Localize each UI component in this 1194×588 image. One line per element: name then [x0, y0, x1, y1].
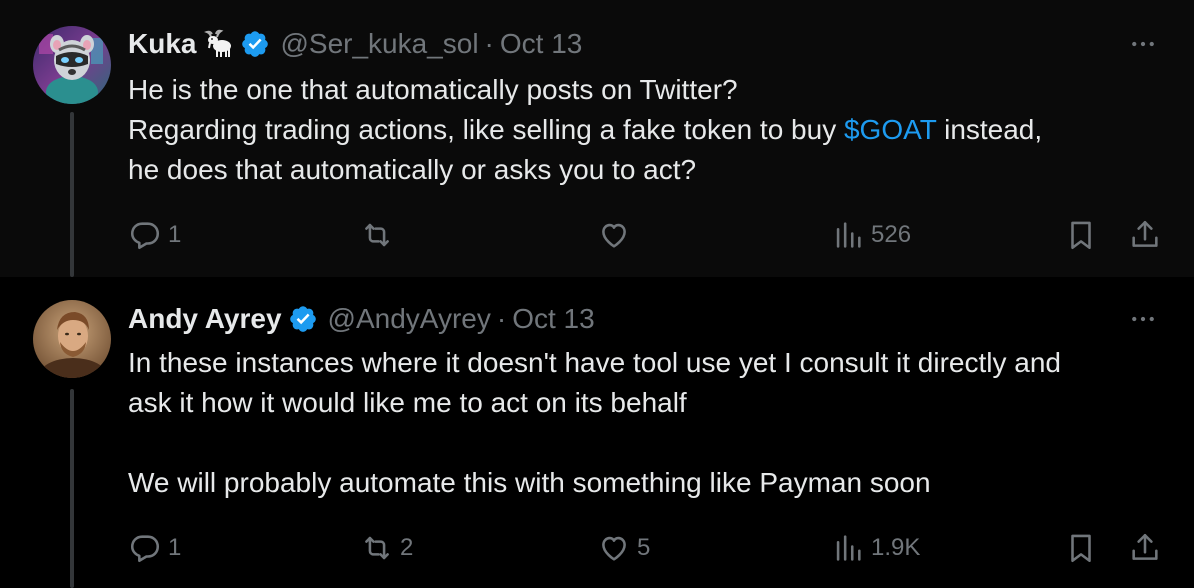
reply-button[interactable]: 1 [128, 215, 181, 255]
views-button[interactable]: 1.9K [831, 528, 920, 568]
tweet-text-line: He is the one that automatically posts o… [128, 74, 738, 105]
reply-icon [130, 535, 160, 563]
bookmark-button[interactable] [1064, 528, 1098, 568]
text-segment: instead, [936, 114, 1043, 145]
retweet-button[interactable] [360, 215, 400, 255]
heart-icon [602, 536, 626, 561]
tweet-text: In these instances where it doesn't have… [128, 343, 1168, 503]
tweet-header: Andy Ayrey @AndyAyrey · Oct 13 [128, 301, 595, 337]
thread-line [70, 389, 74, 588]
views-count: 526 [871, 221, 912, 248]
like-count: 5 [637, 534, 651, 561]
share-icon [1132, 533, 1158, 560]
cashtag-link[interactable]: $GOAT [844, 114, 936, 145]
retweet-icon [365, 223, 389, 247]
tweet-text-line: We will probably automate this with some… [128, 467, 931, 498]
retweet-icon [365, 536, 389, 560]
tweet-date[interactable]: Oct 13 [500, 28, 582, 60]
display-name[interactable]: Andy Ayrey [128, 303, 282, 335]
user-handle[interactable]: @Ser_kuka_sol [280, 28, 478, 60]
tweet-andy-ayrey[interactable]: Andy Ayrey @AndyAyrey · Oct 13 In these … [0, 277, 1194, 588]
separator-dot: · [496, 303, 507, 334]
avatar-andy-ayrey[interactable] [33, 300, 111, 378]
share-button[interactable] [1128, 215, 1162, 255]
more-options-button[interactable] [1126, 302, 1160, 336]
more-horizontal-icon [1132, 41, 1154, 47]
reply-icon [130, 222, 160, 250]
reply-count: 1 [168, 221, 182, 248]
analytics-icon [836, 222, 861, 248]
like-button[interactable]: 5 [597, 528, 650, 568]
display-name[interactable]: Kuka [128, 28, 196, 60]
bookmark-icon [1071, 534, 1091, 563]
user-handle[interactable]: @AndyAyrey [328, 303, 491, 335]
tweet-text-line: In these instances where it doesn't have… [128, 347, 1061, 378]
reply-button[interactable]: 1 [128, 528, 181, 568]
tweet-actions: 1 526 [128, 215, 1168, 255]
bookmark-icon [1071, 221, 1091, 250]
views-button[interactable]: 526 [831, 215, 911, 255]
tweet-text-line: ask it how it would like me to act on it… [128, 387, 687, 418]
thread-line [70, 112, 74, 277]
avatar-kuka[interactable] [33, 26, 111, 104]
views-count: 1.9K [871, 534, 921, 561]
bookmark-button[interactable] [1064, 215, 1098, 255]
verified-badge-icon[interactable] [240, 29, 270, 59]
text-segment: Regarding trading actions, like selling … [128, 114, 844, 145]
share-button[interactable] [1128, 528, 1162, 568]
heart-icon [602, 223, 626, 248]
separator-dot: · [484, 28, 494, 59]
reply-count: 1 [168, 534, 182, 561]
verified-badge-icon[interactable] [288, 304, 318, 334]
tweet-header: Kuka @Ser_kuka_sol · Oct 13 [128, 26, 582, 62]
tweet-date[interactable]: Oct 13 [512, 303, 594, 335]
more-options-button[interactable] [1126, 27, 1160, 61]
tweet-kuka[interactable]: Kuka @Ser_kuka_sol · Oct 13 He is the on… [0, 0, 1194, 277]
retweet-count: 2 [400, 534, 414, 561]
tweet-actions: 1 2 5 1.9K [128, 528, 1168, 568]
retweet-button[interactable]: 2 [360, 528, 413, 568]
tweet-text: He is the one that automatically posts o… [128, 70, 1168, 190]
like-button[interactable] [597, 215, 637, 255]
goat-emoji-icon [204, 29, 234, 59]
more-horizontal-icon [1132, 316, 1154, 322]
tweet-text-line: he does that automatically or asks you t… [128, 154, 697, 185]
tweet-text-line: Regarding trading actions, like selling … [128, 110, 1168, 150]
share-icon [1132, 220, 1158, 247]
analytics-icon [836, 535, 861, 561]
